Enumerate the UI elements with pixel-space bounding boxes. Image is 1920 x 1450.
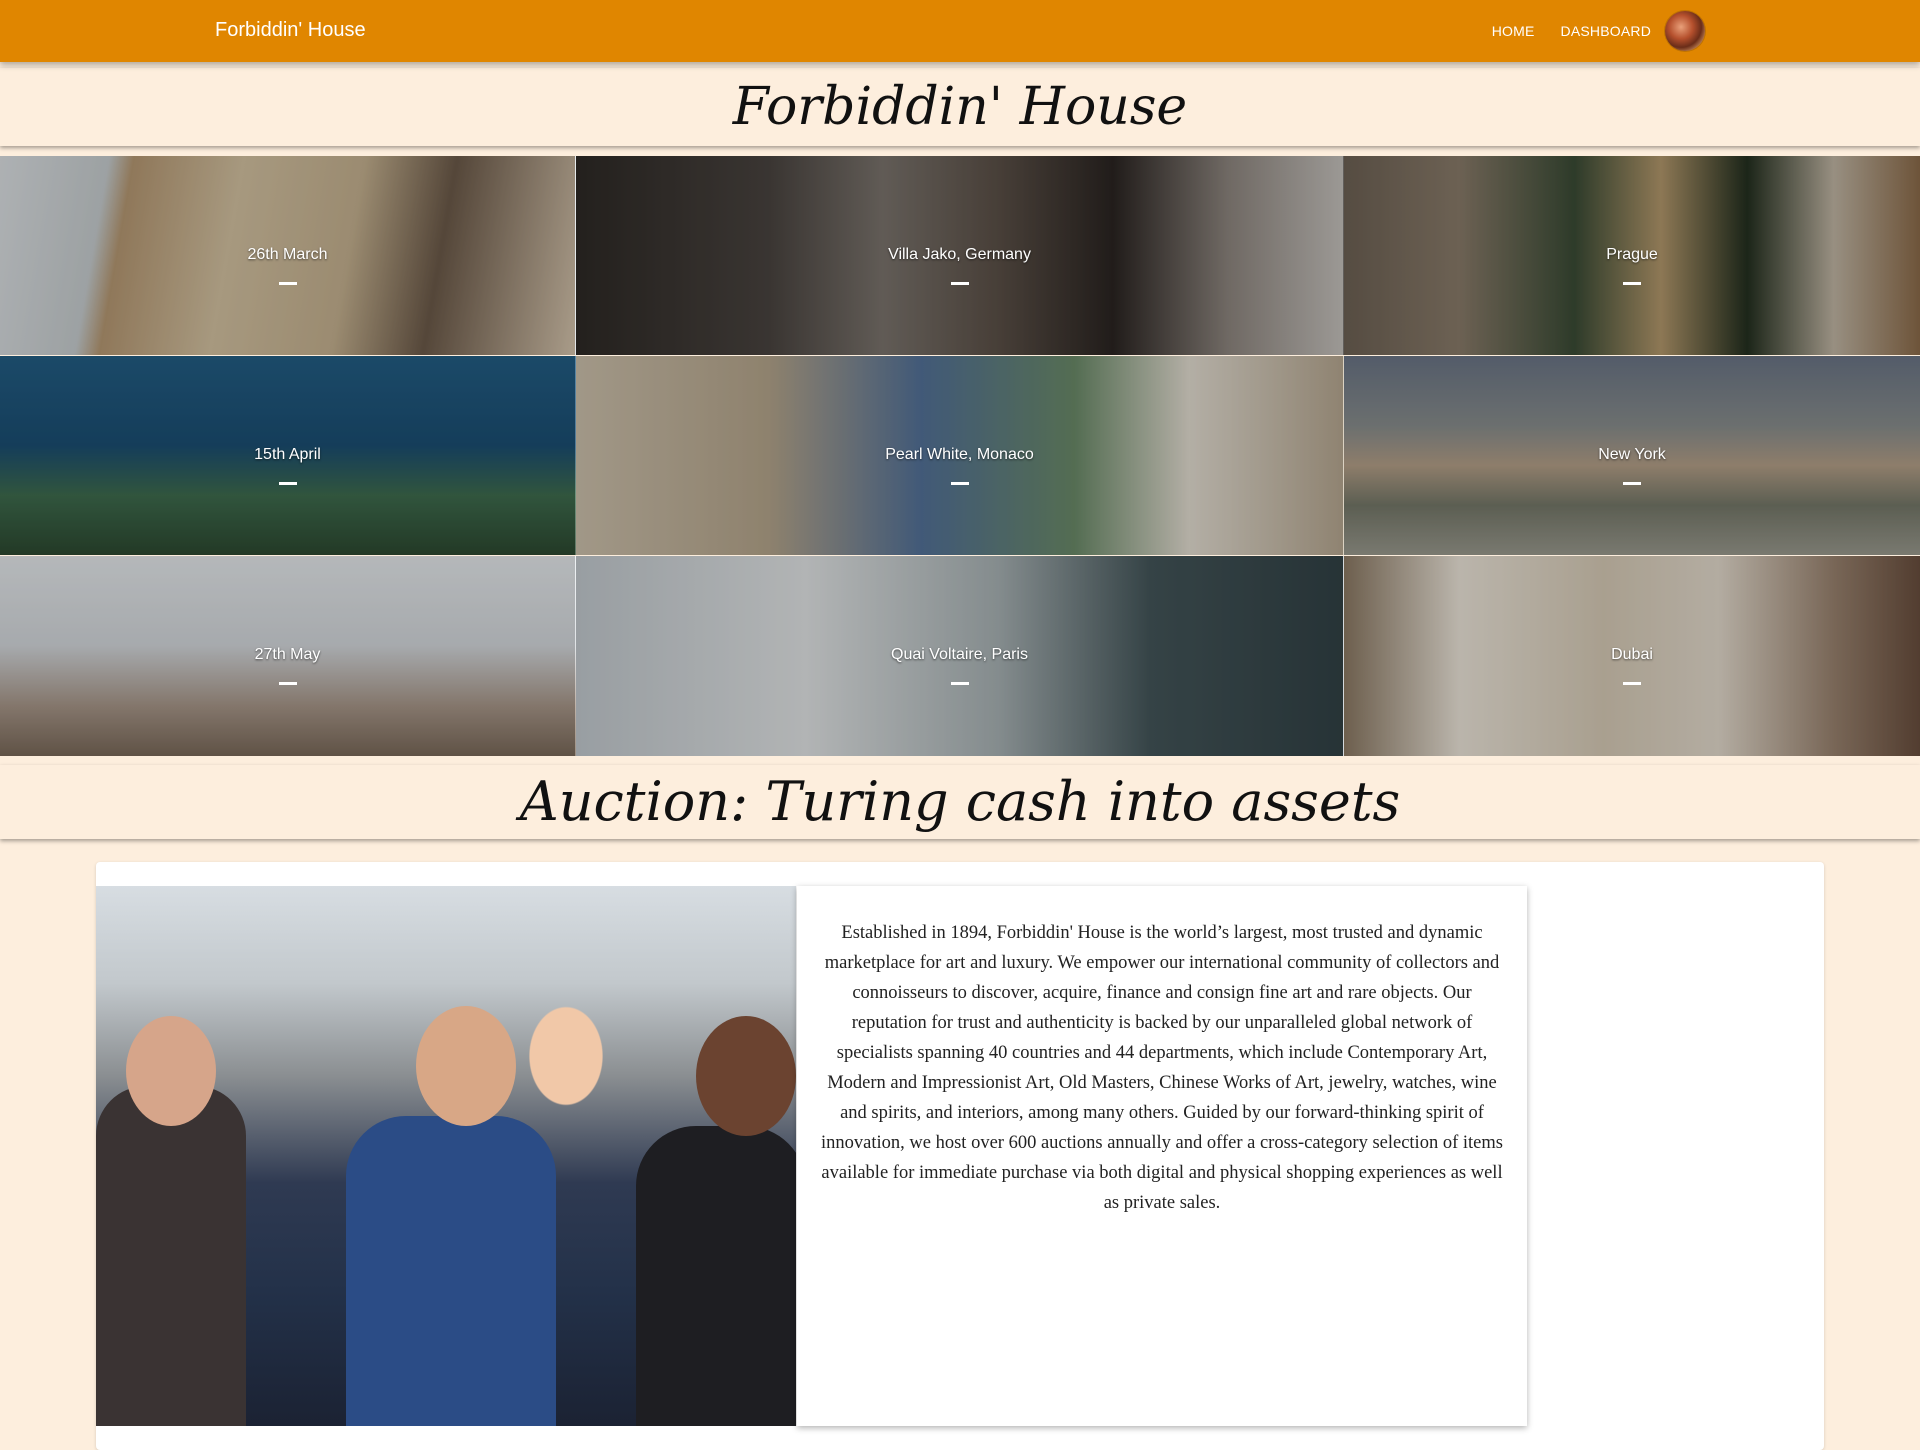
brand-link[interactable]: Forbiddin' House xyxy=(215,19,366,42)
gallery-tile[interactable]: Dubai xyxy=(1344,556,1920,756)
user-avatar[interactable] xyxy=(1665,11,1705,51)
nav-dashboard-link[interactable]: DASHBOARD xyxy=(1561,23,1651,39)
gallery-tile[interactable]: 26th March xyxy=(0,156,576,355)
nav-home-link[interactable]: HOME xyxy=(1492,23,1535,39)
tile-divider xyxy=(950,682,969,685)
location-gallery: 26th March Villa Jako, Germany Prague 15… xyxy=(0,156,1920,756)
tile-caption: Villa Jako, Germany xyxy=(888,246,1031,263)
tile-caption: Dubai xyxy=(1611,646,1653,663)
tile-caption: 15th April xyxy=(254,446,321,463)
about-paragraph: Established in 1894, Forbiddin' House is… xyxy=(821,923,1503,1213)
audience-photo xyxy=(96,886,796,1426)
tile-caption: Quai Voltaire, Paris xyxy=(891,646,1028,663)
section-title: Auction: Turing cash into assets xyxy=(0,765,1920,839)
tile-divider xyxy=(1623,282,1641,285)
photo-figure xyxy=(416,1006,516,1126)
gallery-tile[interactable]: Pearl White, Monaco xyxy=(576,356,1344,555)
tile-divider xyxy=(278,282,297,285)
tile-divider xyxy=(278,482,297,485)
hero-title: Forbiddin' House xyxy=(0,68,1920,146)
tile-divider xyxy=(1623,682,1641,685)
tile-divider xyxy=(950,482,969,485)
tile-divider xyxy=(950,282,969,285)
about-text-panel: Established in 1894, Forbiddin' House is… xyxy=(797,886,1527,1426)
photo-figure xyxy=(96,1086,246,1426)
photo-figure xyxy=(636,1126,796,1426)
nav-links: HOME DASHBOARD xyxy=(1466,0,1705,62)
photo-figure xyxy=(126,1016,216,1126)
tile-caption: New York xyxy=(1598,446,1666,463)
gallery-tile[interactable]: Villa Jako, Germany xyxy=(576,156,1344,355)
tile-divider xyxy=(1623,482,1641,485)
top-navbar: Forbiddin' House HOME DASHBOARD xyxy=(0,0,1920,62)
gallery-tile[interactable]: 27th May xyxy=(0,556,576,756)
tile-caption: 27th May xyxy=(254,646,321,663)
gallery-tile[interactable]: New York xyxy=(1344,356,1920,555)
photo-figure xyxy=(696,1016,796,1136)
gallery-tile[interactable]: 15th April xyxy=(0,356,576,555)
gallery-tile[interactable]: Prague xyxy=(1344,156,1920,355)
gallery-tile[interactable]: Quai Voltaire, Paris xyxy=(576,556,1344,756)
tile-divider xyxy=(278,682,297,685)
photo-figure xyxy=(346,1116,556,1426)
tile-caption: 26th March xyxy=(247,246,328,263)
tile-caption: Prague xyxy=(1606,246,1658,263)
tile-caption: Pearl White, Monaco xyxy=(885,446,1034,463)
